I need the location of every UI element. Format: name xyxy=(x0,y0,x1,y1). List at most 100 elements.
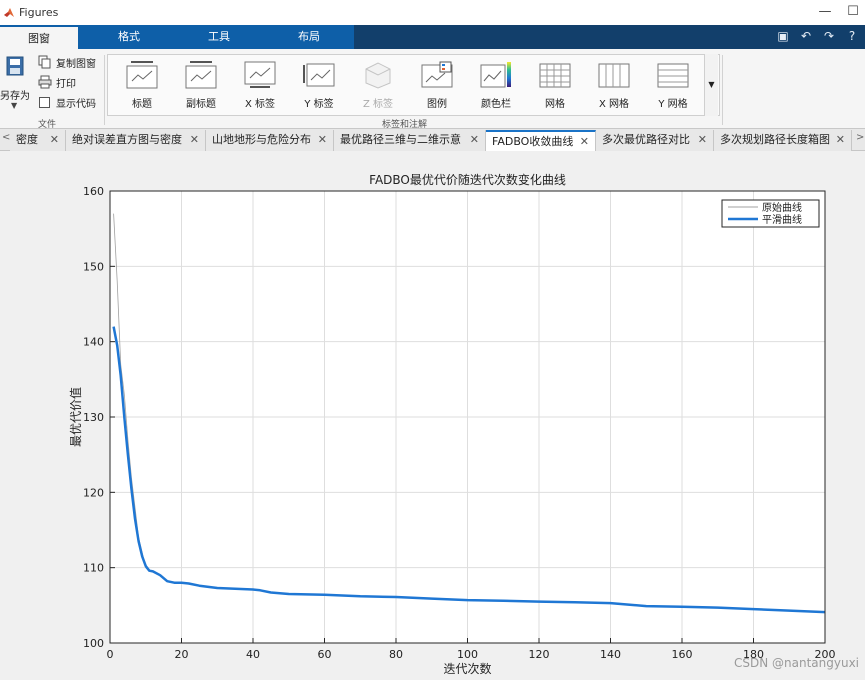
doc-tab-active[interactable]: FADBO收敛曲线 ✕ xyxy=(486,130,596,151)
close-icon[interactable]: ✕ xyxy=(50,130,59,150)
tab-format[interactable]: 格式 xyxy=(84,25,174,49)
doc-tab[interactable]: 山地地形与危险分布 ✕ xyxy=(206,130,334,151)
ylabel-button[interactable]: Y 标签 xyxy=(290,55,348,115)
legend-label-raw: 原始曲线 xyxy=(762,201,802,214)
subtitle-label: 副标题 xyxy=(186,99,216,110)
xgrid-label: X 网格 xyxy=(598,99,630,110)
close-icon[interactable]: ✕ xyxy=(470,130,479,150)
redo-icon[interactable]: ↷ xyxy=(822,29,836,43)
xgrid-button[interactable]: X 网格 xyxy=(585,55,643,115)
doc-tab-label: 密度 xyxy=(16,133,38,146)
y-tick-label: 120 xyxy=(83,486,104,499)
group-separator xyxy=(104,55,105,125)
tabs-scroll-right-icon[interactable]: > xyxy=(856,132,864,143)
colorbar-label: 颜色栏 xyxy=(481,99,511,110)
close-icon[interactable]: ✕ xyxy=(698,130,707,150)
convergence-chart: 0 20 40 60 80 100 120 140 160 180 200 100110120130… xyxy=(68,172,836,676)
grid-button[interactable]: 网格 xyxy=(526,55,584,115)
gallery-expand-button[interactable]: ▼ xyxy=(704,54,718,116)
doc-tab[interactable]: 多次最优路径对比 ✕ xyxy=(596,130,714,151)
legend-button[interactable]: 图例 xyxy=(408,55,466,115)
close-icon[interactable]: ✕ xyxy=(190,130,199,150)
grid-icon xyxy=(539,63,571,88)
legend: 原始曲线 平滑曲线 xyxy=(721,199,820,228)
show-code-checkbox[interactable]: 显示代码 xyxy=(38,93,96,111)
window-titlebar: Figures — ☐ xyxy=(0,0,865,25)
copy-icon xyxy=(38,55,51,69)
window-title: Figures xyxy=(19,6,59,19)
xgrid-icon xyxy=(598,63,630,88)
grid-label: 网格 xyxy=(545,99,565,110)
colorbar-icon xyxy=(480,62,511,88)
doc-tab[interactable]: 绝对误差直方图与密度 ✕ xyxy=(66,130,206,151)
doc-tab[interactable]: 最优路径三维与二维示意 ✕ xyxy=(334,130,486,151)
ribbon-tabstrip: 图窗 格式 工具 布局 ▣ ↶ ↷ ? xyxy=(0,25,865,49)
title-label: 标题 xyxy=(132,99,152,110)
close-icon[interactable]: ✕ xyxy=(580,132,589,152)
x-tick-label: 100 xyxy=(457,648,478,661)
ribbon-toolstrip: 另存为 ▼ 复制图窗 打印 显示代码 文件 标题 副标题 X 标签 Y 标签 Z… xyxy=(0,49,865,130)
tab-figure[interactable]: 图窗 xyxy=(0,25,78,49)
ylabel-icon xyxy=(303,63,335,87)
colorbar-button[interactable]: 颜色栏 xyxy=(467,55,525,115)
figure-canvas: 0 20 40 60 80 100 120 140 160 180 200 100 110 120 130… xyxy=(0,151,865,680)
minimize-icon[interactable]: — xyxy=(817,4,833,20)
subtitle-icon xyxy=(185,61,217,89)
title-icon xyxy=(126,61,158,89)
tab-tools[interactable]: 工具 xyxy=(174,25,264,49)
y-axis-label: 最优代价值 xyxy=(68,387,83,447)
close-icon[interactable]: ✕ xyxy=(318,130,327,150)
xlabel-icon xyxy=(244,61,276,88)
y-tick-label: 130 xyxy=(83,411,104,424)
doc-tab-label: FADBO收敛曲线 xyxy=(492,135,574,148)
save-icon[interactable]: ▣ xyxy=(776,29,790,43)
zlabel-icon xyxy=(365,62,391,89)
copy-figure-label: 复制图窗 xyxy=(56,58,96,70)
print-label: 打印 xyxy=(56,78,76,90)
xlabel-label: X 标签 xyxy=(244,99,276,110)
doc-tab[interactable]: 密度 ✕ xyxy=(10,130,66,151)
y-tick-label: 140 xyxy=(83,336,104,349)
y-tick-label: 160 xyxy=(83,185,104,198)
doc-tab-label: 最优路径三维与二维示意 xyxy=(340,133,461,146)
save-as-button[interactable]: 另存为 ▼ xyxy=(0,53,32,110)
maximize-icon[interactable]: ☐ xyxy=(845,4,861,20)
document-tabs: < 密度 ✕ 绝对误差直方图与密度 ✕ 山地地形与危险分布 ✕ 最优路径三维与二维示意… xyxy=(0,129,865,151)
x-axis-label: 迭代次数 xyxy=(443,661,491,676)
ygrid-label: Y 网格 xyxy=(658,99,688,110)
doc-tab[interactable]: 多次规划路径长度箱图 ✕ xyxy=(714,130,852,151)
x-tick-label: 60 xyxy=(318,648,332,661)
x-tick-label: 20 xyxy=(175,648,189,661)
x-tick-label: 0 xyxy=(107,648,114,661)
legend-icon xyxy=(421,61,453,88)
zlabel-button: Z 标签 xyxy=(349,55,407,115)
group-separator xyxy=(722,55,723,125)
chart-title: FADBO最优代价随迭代次数变化曲线 xyxy=(369,172,566,187)
x-tick-label: 80 xyxy=(389,648,403,661)
close-icon[interactable]: ✕ xyxy=(836,130,845,150)
tab-layout[interactable]: 布局 xyxy=(264,25,354,49)
checkbox-icon xyxy=(39,96,50,108)
print-button[interactable]: 打印 xyxy=(38,73,76,91)
watermark: CSDN @nantangyuxi xyxy=(733,656,859,670)
y-tick-label: 110 xyxy=(83,562,104,575)
doc-tab-label: 山地地形与危险分布 xyxy=(212,133,311,146)
help-icon[interactable]: ? xyxy=(845,29,859,43)
chevron-down-icon: ▼ xyxy=(11,101,18,110)
undo-icon[interactable]: ↶ xyxy=(799,29,813,43)
show-code-label: 显示代码 xyxy=(56,98,96,110)
doc-tab-label: 多次规划路径长度箱图 xyxy=(720,133,830,146)
y-tick-label: 100 xyxy=(83,637,104,650)
xlabel-button[interactable]: X 标签 xyxy=(231,55,289,115)
ygrid-button[interactable]: Y 网格 xyxy=(644,55,702,115)
copy-figure-button[interactable]: 复制图窗 xyxy=(38,53,96,71)
title-button[interactable]: 标题 xyxy=(113,55,171,115)
zlabel-label: Z 标签 xyxy=(362,99,394,110)
ylabel-label: Y 标签 xyxy=(304,99,334,110)
subtitle-button[interactable]: 副标题 xyxy=(172,55,230,115)
x-tick-label: 140 xyxy=(600,648,621,661)
x-tick-label: 120 xyxy=(529,648,550,661)
save-as-label: 另存为 xyxy=(0,91,30,102)
x-tick-label: 40 xyxy=(246,648,260,661)
y-tick-label: 150 xyxy=(83,260,104,273)
